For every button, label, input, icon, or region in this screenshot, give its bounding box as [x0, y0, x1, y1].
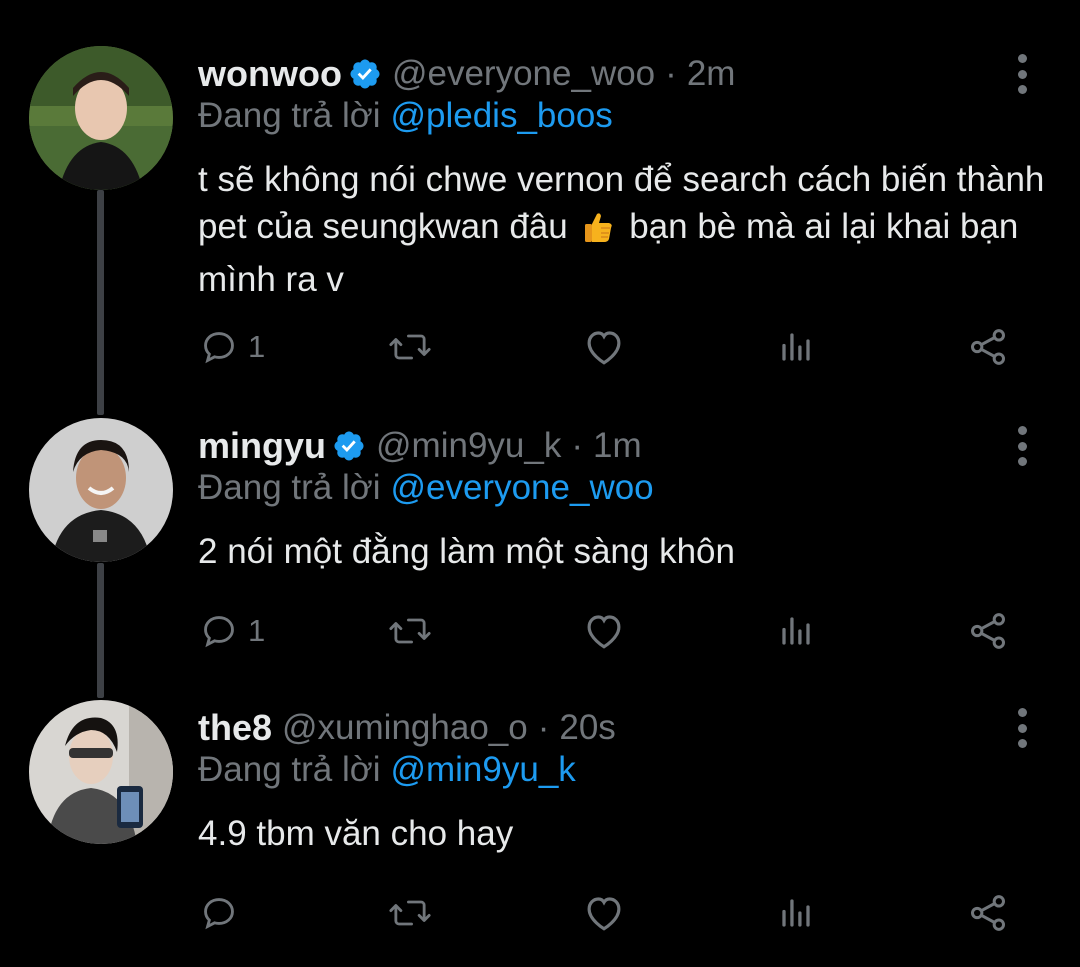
tweet-header: wonwoo @everyone_woo · 2m: [198, 46, 735, 102]
replying-mention-link[interactable]: @min9yu_k: [390, 750, 575, 789]
views-button[interactable]: [778, 888, 814, 938]
retweet-button[interactable]: [388, 888, 432, 938]
avatar[interactable]: [29, 418, 173, 562]
avatar[interactable]: [29, 700, 173, 844]
retweet-icon: [389, 334, 431, 360]
reply-button[interactable]: [200, 888, 248, 938]
tweet-header: mingyu @min9yu_k · 1m: [198, 418, 642, 474]
tweet-text: t sẽ không nói chwe vernon để search các…: [198, 156, 1048, 303]
reply-count: 1: [248, 613, 266, 648]
tweet-text: 2 nói một đằng làm một sàng khôn: [198, 532, 735, 571]
timestamp[interactable]: 2m: [687, 54, 736, 94]
heart-icon: [587, 615, 621, 649]
like-button[interactable]: [583, 322, 625, 372]
like-button[interactable]: [583, 888, 625, 938]
replying-label: Đang trả lời: [198, 468, 381, 507]
retweet-button[interactable]: [388, 322, 432, 372]
share-button[interactable]: [968, 322, 1008, 372]
avatar[interactable]: [29, 46, 173, 190]
replying-to: Đang trả lời @pledis_boos: [198, 96, 613, 136]
tweet-text: 4.9 tbm văn cho hay: [198, 814, 514, 853]
heart-icon: [587, 897, 621, 931]
tweet-the8[interactable]: the8 @xuminghao_o · 20s Đang trả lời @min…: [0, 700, 1080, 940]
verified-badge-icon: [332, 429, 366, 463]
more-options-icon[interactable]: [1004, 708, 1040, 748]
share-button[interactable]: [968, 606, 1008, 656]
action-bar: 1: [198, 606, 1028, 656]
separator-dot: ·: [571, 426, 583, 465]
tweet-header: the8 @xuminghao_o · 20s: [198, 700, 616, 756]
analytics-icon: [782, 617, 810, 645]
tweet-mingyu[interactable]: mingyu @min9yu_k · 1m Đang trả lời @every…: [0, 418, 1080, 658]
views-button[interactable]: [778, 606, 814, 656]
reply-button[interactable]: 1: [200, 606, 265, 656]
display-name[interactable]: wonwoo: [198, 53, 342, 95]
replying-label: Đang trả lời: [198, 750, 381, 789]
separator-dot: ·: [665, 54, 677, 93]
reply-icon: [204, 332, 234, 364]
replying-mention-link[interactable]: @everyone_woo: [390, 468, 653, 507]
share-icon: [971, 613, 1005, 649]
replying-to: Đang trả lời @min9yu_k: [198, 750, 576, 790]
retweet-icon: [389, 900, 431, 926]
action-bar: 1: [198, 322, 1028, 372]
display-name[interactable]: mingyu: [198, 425, 326, 467]
share-icon: [971, 329, 1005, 365]
like-button[interactable]: [583, 606, 625, 656]
retweet-icon: [389, 618, 431, 644]
more-options-icon[interactable]: [1004, 426, 1040, 466]
user-handle[interactable]: @everyone_woo: [392, 54, 655, 94]
heart-icon: [587, 331, 621, 365]
tweet-wonwoo[interactable]: wonwoo @everyone_woo · 2m Đang trả lời @p…: [0, 46, 1080, 386]
replying-label: Đang trả lời: [198, 96, 381, 135]
thumbs-up-icon: [581, 209, 615, 256]
timestamp[interactable]: 20s: [559, 708, 615, 748]
reply-count: 1: [248, 329, 266, 364]
timestamp[interactable]: 1m: [593, 426, 642, 466]
user-handle[interactable]: @min9yu_k: [376, 426, 561, 466]
analytics-icon: [782, 899, 810, 927]
reply-thread: wonwoo @everyone_woo · 2m Đang trả lời @p…: [0, 0, 1080, 967]
reply-icon: [204, 616, 234, 648]
user-handle[interactable]: @xuminghao_o: [282, 708, 528, 748]
analytics-icon: [782, 333, 810, 361]
separator-dot: ·: [537, 708, 550, 747]
action-bar: [198, 888, 1028, 938]
replying-mention-link[interactable]: @pledis_boos: [390, 96, 612, 135]
display-name[interactable]: the8: [198, 707, 272, 749]
replying-to: Đang trả lời @everyone_woo: [198, 468, 654, 508]
share-icon: [971, 895, 1005, 931]
more-options-icon[interactable]: [1004, 54, 1040, 94]
views-button[interactable]: [778, 322, 814, 372]
reply-button[interactable]: 1: [200, 322, 265, 372]
verified-badge-icon: [348, 57, 382, 91]
share-button[interactable]: [968, 888, 1008, 938]
retweet-button[interactable]: [388, 606, 432, 656]
reply-icon: [204, 898, 234, 930]
